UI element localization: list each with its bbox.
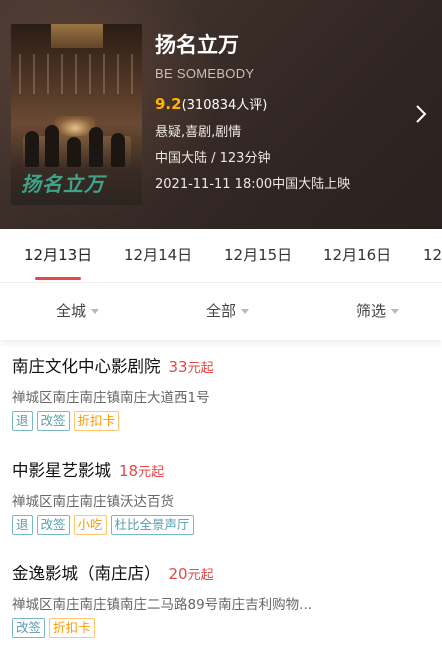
cinema-name: 中影星艺影城 — [12, 461, 111, 480]
date-tab[interactable]: 12月16日 — [323, 229, 391, 282]
cinema-price-value: 18 — [119, 462, 139, 480]
filter-city-dropdown[interactable]: 全城 — [56, 283, 100, 339]
cinema-address: 禅城区南庄南庄镇沃达百货 — [12, 494, 174, 510]
filter-more-dropdown[interactable]: 筛选 — [356, 283, 400, 339]
movie-info: 扬名立万 BE SOMEBODY 9.2(310834人评) 悬疑,喜剧,剧情 … — [155, 30, 415, 192]
cinema-name: 金逸影城（南庄店） — [12, 564, 161, 583]
poster-figure — [25, 131, 39, 167]
cinema-price-value: 20 — [168, 565, 188, 583]
cinema-price-unit: 元起 — [187, 361, 214, 376]
movie-title: 扬名立万 — [155, 33, 239, 57]
filter-label: 全部 — [206, 302, 237, 320]
poster-title-art: 扬名立万 — [21, 172, 105, 196]
movie-english-title: BE SOMEBODY — [155, 66, 255, 81]
cinema-name-row: 南庄文化中心影剧院 33元起 — [12, 355, 214, 379]
cinema-price: 18元起 — [119, 462, 164, 480]
date-tab[interactable]: 12月13日 — [24, 229, 92, 282]
tag-reschedule: 改签 — [12, 618, 46, 638]
filter-label: 全城 — [56, 302, 87, 320]
tag-reschedule: 改签 — [36, 515, 70, 535]
cinema-address: 禅城区南庄南庄镇南庄大道西1号 — [12, 390, 210, 406]
cinema-tags: 退改签 小吃 杜比全景声厅 — [12, 515, 198, 535]
filter-bar: 全城 全部 筛选 — [0, 282, 442, 340]
date-tab-label: 12月16日 — [323, 246, 392, 264]
cinema-price-value: 33 — [168, 358, 188, 376]
date-tabs: 12月13日 12月14日 12月15日 12月16日 12 — [0, 229, 442, 282]
cinema-address: 禅城区南庄南庄镇南庄二马路89号南庄吉利购物... — [12, 597, 313, 613]
tag-dolby-atmos-hall: 杜比全景声厅 — [110, 515, 194, 535]
movie-rating-count: (310834人评) — [181, 98, 268, 113]
cinema-tags: 改签 折扣卡 — [12, 618, 99, 638]
movie-release: 2021-11-11 18:00中国大陆上映 — [155, 177, 351, 192]
date-tab-label: 12 — [423, 246, 442, 264]
movie-poster[interactable]: 扬名立万 — [11, 24, 142, 205]
cinema-name-row: 金逸影城（南庄店） 20元起 — [12, 562, 214, 586]
cinema-price: 33元起 — [169, 358, 214, 376]
poster-figure — [67, 137, 81, 167]
cinema-item[interactable]: 中影星艺影城 18元起 禅城区南庄南庄镇沃达百货 退改签 小吃 杜比全景声厅 — [0, 459, 442, 539]
caret-down-icon — [91, 309, 100, 314]
tag-discount-card: 折扣卡 — [49, 618, 95, 638]
cinema-item[interactable]: 南庄文化中心影剧院 33元起 禅城区南庄南庄镇南庄大道西1号 退改签 折扣卡 — [0, 355, 442, 435]
filter-brand-dropdown[interactable]: 全部 — [206, 283, 250, 339]
chevron-right-icon[interactable] — [414, 103, 428, 125]
date-tab[interactable]: 12月14日 — [124, 229, 192, 282]
movie-region-duration: 中国大陆 / 123分钟 — [155, 151, 271, 166]
cinema-name: 南庄文化中心影剧院 — [12, 357, 161, 376]
movie-genres: 悬疑,喜剧,剧情 — [155, 125, 242, 140]
active-tab-indicator — [35, 277, 82, 280]
date-tab[interactable]: 12月15日 — [224, 229, 292, 282]
cinema-item[interactable]: 金逸影城（南庄店） 20元起 禅城区南庄南庄镇南庄二马路89号南庄吉利购物... … — [0, 562, 442, 644]
date-tab-label: 12月13日 — [24, 246, 93, 264]
movie-header[interactable]: 扬名立万 扬名立万 BE SOMEBODY 9.2(310834人评) 悬疑,喜… — [0, 0, 442, 229]
movie-rating: 9.2(310834人评) — [155, 95, 415, 115]
cinema-name-row: 中影星艺影城 18元起 — [12, 459, 164, 483]
poster-tower-art — [51, 24, 103, 48]
cinema-price: 20元起 — [169, 565, 214, 583]
poster-figure — [45, 125, 59, 167]
poster-figure — [111, 133, 125, 167]
movie-score: 9.2 — [155, 95, 182, 113]
poster-figure — [89, 127, 103, 167]
poster-credits-art — [19, 54, 134, 94]
cinema-price-unit: 元起 — [138, 465, 165, 480]
tag-reschedule: 改签 — [36, 411, 70, 431]
date-tab-label: 12月15日 — [224, 246, 293, 264]
cinema-tags: 退改签 折扣卡 — [12, 411, 123, 431]
date-tab-label: 12月14日 — [124, 246, 193, 264]
date-tab[interactable]: 12 — [423, 229, 442, 282]
caret-down-icon — [241, 309, 250, 314]
tag-refund: 退 — [12, 411, 33, 431]
tag-discount-card: 折扣卡 — [73, 411, 120, 431]
tag-refund: 退 — [12, 515, 33, 535]
filter-label: 筛选 — [356, 302, 387, 320]
tag-snacks: 小吃 — [73, 515, 107, 535]
cinema-price-unit: 元起 — [187, 568, 214, 583]
caret-down-icon — [391, 309, 400, 314]
